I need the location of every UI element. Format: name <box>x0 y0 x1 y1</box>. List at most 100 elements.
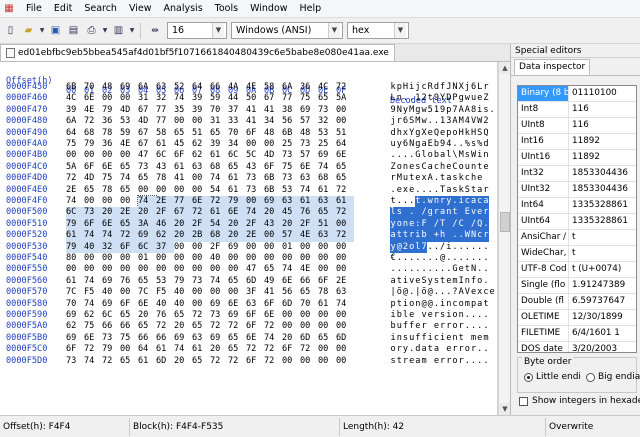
hex-byte[interactable]: 41 <box>264 287 282 298</box>
hex-byte[interactable]: 00 <box>300 321 318 332</box>
decoded-text[interactable]: buffer error.... <box>390 321 489 332</box>
hex-byte[interactable]: 6D <box>300 333 318 344</box>
hex-byte[interactable]: 73 <box>318 105 336 116</box>
hex-byte[interactable]: 00 <box>210 287 228 298</box>
hex-byte[interactable]: 61 <box>156 139 174 150</box>
hex-byte[interactable]: 00 <box>84 196 102 207</box>
hex-byte[interactable]: 79 <box>174 276 192 287</box>
hex-byte[interactable]: 6C <box>228 150 246 161</box>
inspector-value[interactable]: t <box>569 246 636 261</box>
hex-byte[interactable]: 34 <box>264 116 282 127</box>
hex-byte[interactable]: 72 <box>84 344 102 355</box>
hex-byte[interactable]: 77 <box>282 93 300 104</box>
hex-byte[interactable]: 65 <box>120 185 138 196</box>
hex-byte[interactable]: 61 <box>210 150 228 161</box>
hex-byte[interactable]: 72 <box>192 310 210 321</box>
hex-byte[interactable]: 20 <box>282 333 300 344</box>
hex-byte[interactable]: 73 <box>246 173 264 184</box>
hex-byte[interactable]: 77 <box>174 196 192 208</box>
hex-byte[interactable]: 74 <box>282 264 300 275</box>
hex-byte[interactable]: 68 <box>210 230 228 242</box>
hex-byte[interactable]: 00 <box>336 218 354 231</box>
hex-byte[interactable]: 38 <box>282 105 300 116</box>
hex-byte[interactable]: 75 <box>120 333 138 344</box>
hex-byte[interactable]: 66 <box>156 333 174 344</box>
hex-byte[interactable]: 74 <box>84 276 102 287</box>
hex-byte[interactable]: 25 <box>282 139 300 150</box>
hex-byte[interactable]: 49 <box>264 276 282 287</box>
hex-byte[interactable]: 20 <box>210 344 228 355</box>
hex-byte[interactable]: 6B <box>264 185 282 196</box>
hex-byte[interactable]: 74 <box>84 299 102 310</box>
inspector-row[interactable]: Int8 116 <box>518 102 636 118</box>
hex-byte[interactable]: 4C <box>66 93 84 104</box>
hex-byte[interactable]: 20 <box>228 218 246 231</box>
inspector-row[interactable]: UInt16 11892 <box>518 150 636 166</box>
hex-byte[interactable]: 73 <box>300 139 318 150</box>
hex-byte[interactable]: 64 <box>336 139 354 150</box>
data-inspector-grid[interactable]: Binary (8 b 01110100 Int8 116 UInt8 116 Int16 1… <box>517 85 637 353</box>
hex-byte[interactable]: 78 <box>318 287 336 298</box>
hex-byte[interactable]: 41 <box>246 105 264 116</box>
hex-byte[interactable]: 00 <box>174 253 192 264</box>
hex-byte[interactable]: 69 <box>210 299 228 310</box>
hex-byte[interactable]: 73 <box>66 356 84 367</box>
menu-item[interactable]: Analysis <box>158 0 209 18</box>
hex-byte[interactable]: 64 <box>138 344 156 355</box>
hex-byte[interactable]: 6C <box>138 241 156 253</box>
inspector-row[interactable]: Double (fl 6.59737647 <box>518 294 636 310</box>
inspector-row[interactable]: UTF-8 Cod t (U+0074) <box>518 262 636 278</box>
hex-byte[interactable]: 2E <box>156 196 174 208</box>
hex-byte[interactable]: 00 <box>336 356 354 367</box>
hex-byte[interactable]: 52 <box>174 82 192 93</box>
hex-byte[interactable]: 79 <box>102 344 120 355</box>
decoded-text[interactable]: ory.data error.. <box>390 344 489 355</box>
hex-byte[interactable]: 00 <box>102 93 120 104</box>
hex-byte[interactable]: 59 <box>120 128 138 139</box>
inspector-value[interactable]: 1335328861 <box>569 214 636 229</box>
hex-byte[interactable]: 61 <box>138 356 156 367</box>
hex-byte[interactable]: 4E <box>120 139 138 150</box>
hex-byte[interactable]: 00 <box>282 253 300 264</box>
hex-byte[interactable]: 79 <box>228 196 246 208</box>
show-hex-checkbox[interactable]: Show integers in hexade <box>519 396 640 406</box>
hex-byte[interactable]: 3F <box>246 287 264 298</box>
inspector-value[interactable]: 1853304436 <box>569 182 636 197</box>
hex-byte[interactable]: 5A <box>66 162 84 173</box>
hex-byte[interactable]: 78 <box>102 185 120 196</box>
hex-byte[interactable]: 00 <box>336 253 354 264</box>
hex-byte[interactable]: 70 <box>84 82 102 93</box>
hex-byte[interactable]: 00 <box>300 310 318 321</box>
hex-byte[interactable]: 00 <box>264 230 282 242</box>
hex-byte[interactable]: 65 <box>264 264 282 275</box>
hex-byte[interactable]: 40 <box>210 253 228 264</box>
hex-byte[interactable]: 32 <box>102 241 120 253</box>
hex-byte[interactable]: 00 <box>318 264 336 275</box>
hex-byte[interactable]: 72 <box>264 356 282 367</box>
hex-byte[interactable]: 72 <box>66 173 84 184</box>
hex-byte[interactable]: 65 <box>174 310 192 321</box>
hex-byte[interactable]: 6E <box>246 333 264 344</box>
hex-byte[interactable]: 79 <box>84 139 102 150</box>
decoded-text[interactable]: y@2ol7../i...... <box>390 241 489 253</box>
hex-byte[interactable]: 00 <box>246 139 264 150</box>
hex-byte[interactable]: 6E <box>102 162 120 173</box>
hex-byte[interactable]: 57 <box>300 116 318 127</box>
hex-byte[interactable]: 74 <box>336 299 354 310</box>
hex-byte[interactable]: 72 <box>210 356 228 367</box>
hex-byte[interactable]: 41 <box>174 173 192 184</box>
hex-byte[interactable]: 40 <box>174 299 192 310</box>
hex-byte[interactable]: 72 <box>228 321 246 332</box>
hex-byte[interactable]: 5A <box>336 93 354 104</box>
hex-byte[interactable]: 65 <box>318 333 336 344</box>
hex-byte[interactable]: 61 <box>210 207 228 219</box>
hex-byte[interactable]: 72 <box>336 82 354 93</box>
hex-byte[interactable]: 72 <box>84 116 102 127</box>
hex-byte[interactable]: 32 <box>318 116 336 127</box>
hex-byte[interactable]: 00 <box>336 242 354 253</box>
hex-byte[interactable]: 75 <box>282 162 300 173</box>
inspector-value[interactable]: 1.91247389 <box>569 278 636 293</box>
hex-byte[interactable]: 77 <box>156 116 174 127</box>
hex-byte[interactable]: 00 <box>228 264 246 275</box>
hex-byte[interactable]: 34 <box>228 139 246 150</box>
